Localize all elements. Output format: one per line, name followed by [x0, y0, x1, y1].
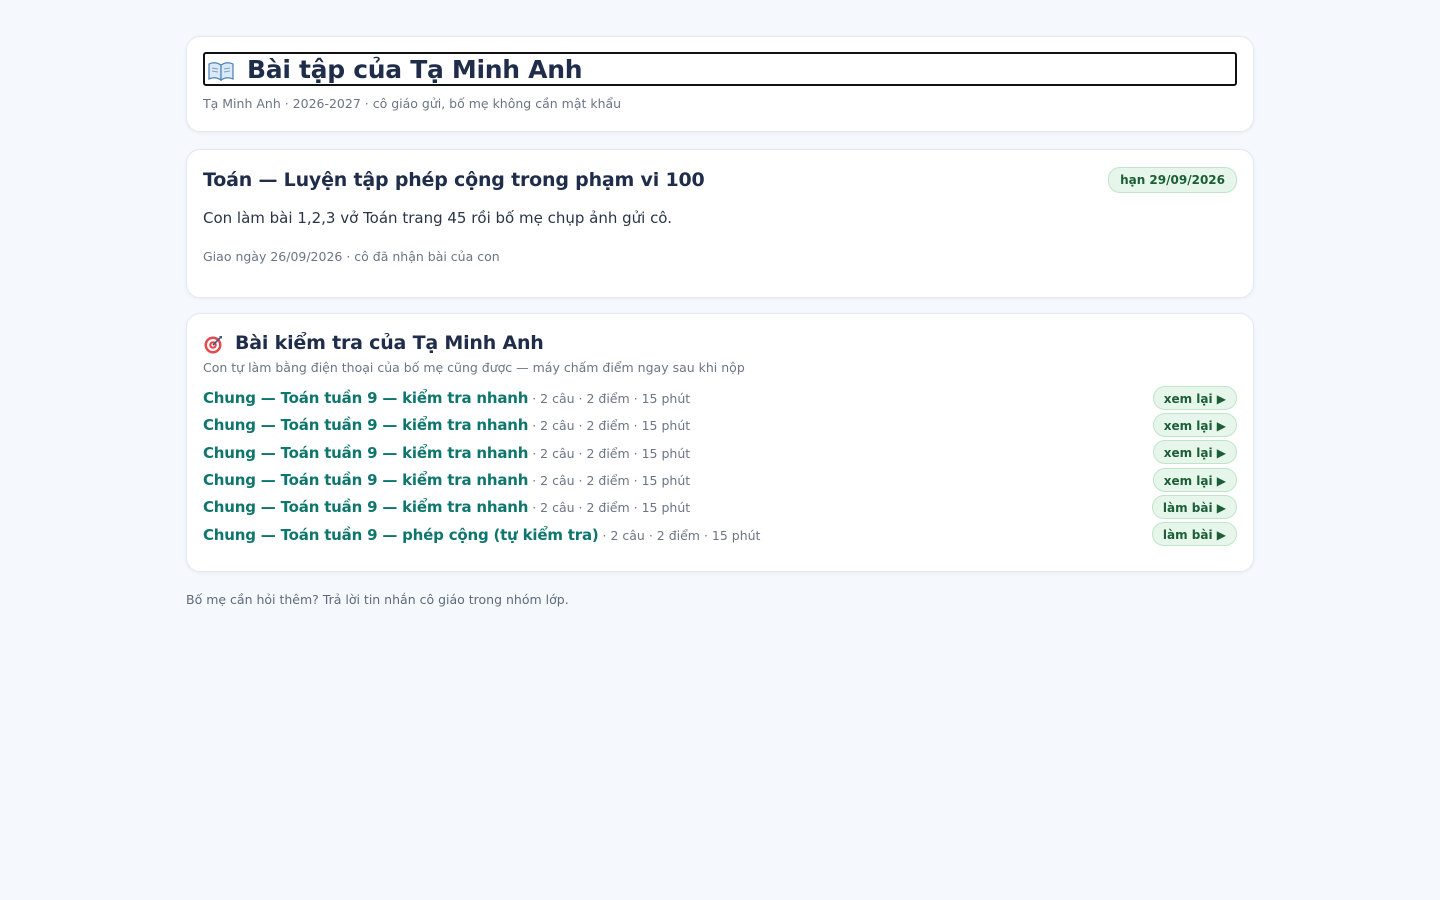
quiz-card: Bài kiểm tra của Tạ Minh Anh Con tự làm …	[186, 313, 1254, 572]
quiz-link[interactable]: Chung — Toán tuần 9 — kiểm tra nhanh	[203, 444, 528, 462]
quiz-section-subtitle: Con tự làm bằng điện thoại của bố mẹ cũn…	[203, 360, 745, 375]
start-quiz-button[interactable]: làm bài ▶	[1151, 522, 1237, 547]
list-item: Chung — Toán tuần 9 — kiểm tra nhanh · 2…	[203, 411, 1237, 438]
page-title: Bài tập của Tạ Minh Anh	[247, 54, 583, 84]
quiz-link[interactable]: Chung — Toán tuần 9 — kiểm tra nhanh	[203, 389, 528, 407]
quiz-list: Chung — Toán tuần 9 — kiểm tra nhanh · 2…	[203, 384, 1237, 548]
quiz-link[interactable]: Chung — Toán tuần 9 — kiểm tra nhanh	[203, 471, 528, 489]
header-card: Bài tập của Tạ Minh Anh Tạ Minh Anh · 20…	[186, 36, 1254, 132]
quiz-info: · 2 câu · 2 điểm · 15 phút	[528, 500, 691, 516]
list-item: Chung — Toán tuần 9 — kiểm tra nhanh · 2…	[203, 466, 1237, 493]
list-item: Chung — Toán tuần 9 — kiểm tra nhanh · 2…	[203, 439, 1237, 466]
open-book-icon	[207, 60, 235, 82]
list-item: Chung — Toán tuần 9 — phép cộng (tự kiểm…	[203, 520, 1237, 547]
header-meta: Tạ Minh Anh · 2026-2027 · cô giáo gửi, b…	[203, 96, 622, 111]
quiz-link[interactable]: Chung — Toán tuần 9 — kiểm tra nhanh	[203, 498, 528, 516]
start-quiz-button[interactable]: làm bài ▶	[1151, 494, 1237, 519]
review-button[interactable]: xem lại ▶	[1152, 385, 1237, 410]
assignment-body: Con làm bài 1,2,3 vở Toán trang 45 rồi b…	[203, 209, 672, 227]
quiz-info: · 2 câu · 2 điểm · 15 phút	[528, 391, 691, 407]
list-item: Chung — Toán tuần 9 — kiểm tra nhanh · 2…	[203, 384, 1237, 411]
assignment-meta: Giao ngày 26/09/2026 · cô đã nhận bài củ…	[203, 249, 500, 264]
quiz-link[interactable]: Chung — Toán tuần 9 — phép cộng (tự kiểm…	[203, 526, 599, 544]
quiz-info: · 2 câu · 2 điểm · 15 phút	[528, 445, 691, 461]
quiz-link[interactable]: Chung — Toán tuần 9 — kiểm tra nhanh	[203, 416, 528, 434]
quiz-info: · 2 câu · 2 điểm · 15 phút	[598, 527, 761, 543]
quiz-info: · 2 câu · 2 điểm · 15 phút	[528, 473, 691, 489]
target-icon	[203, 335, 223, 355]
review-button[interactable]: xem lại ▶	[1152, 412, 1237, 437]
due-date-badge: hạn 29/09/2026	[1108, 167, 1237, 193]
review-button[interactable]: xem lại ▶	[1152, 467, 1237, 492]
list-item: Chung — Toán tuần 9 — kiểm tra nhanh · 2…	[203, 493, 1237, 520]
footer-note: Bố mẹ cần hỏi thêm? Trả lời tin nhắn cô …	[186, 592, 569, 607]
page-container: Bài tập của Tạ Minh Anh Tạ Minh Anh · 20…	[186, 36, 1254, 607]
quiz-heading: Bài kiểm tra của Tạ Minh Anh	[203, 332, 1237, 354]
review-button[interactable]: xem lại ▶	[1152, 440, 1237, 465]
quiz-section-title: Bài kiểm tra của Tạ Minh Anh	[235, 332, 544, 354]
title-box: Bài tập của Tạ Minh Anh	[203, 52, 1237, 86]
assignment-title: Toán — Luyện tập phép cộng trong phạm vi…	[203, 169, 705, 191]
quiz-info: · 2 câu · 2 điểm · 15 phút	[528, 418, 691, 434]
assignment-card: Toán — Luyện tập phép cộng trong phạm vi…	[186, 149, 1254, 298]
